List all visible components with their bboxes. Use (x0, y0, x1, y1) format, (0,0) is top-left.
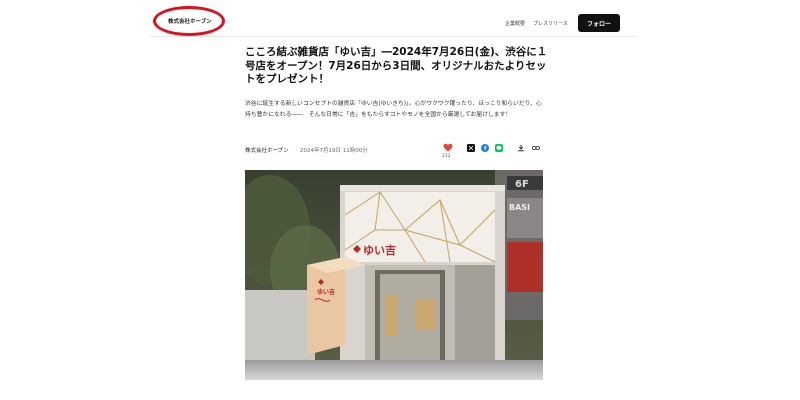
highlight-circle (153, 6, 225, 36)
store-rendering-image: 6F BASI ゆい吉 ゆい吉 (245, 170, 543, 380)
site-header: 株式会社ホーブン 企業概要 プレスリリース フォロー (150, 0, 636, 37)
store-sign: ゆい吉 (363, 243, 396, 257)
facebook-share-icon[interactable] (481, 144, 489, 152)
heart-icon[interactable] (443, 143, 453, 153)
building-sign-basi: BASI (509, 203, 530, 212)
like-count: 212 (442, 154, 451, 159)
nav-company-overview[interactable]: 企業概要 (505, 20, 525, 27)
article-title: こころ結ぶ雑貨店「ゆい吉」―2024年7月26日(金)、渋谷に１号店をオープン！… (245, 46, 548, 85)
meta-company-link[interactable]: 株式会社ホーブン (245, 146, 289, 154)
line-share-icon[interactable] (495, 144, 503, 152)
nav-press-releases[interactable]: プレスリリース (533, 20, 568, 27)
article-lead: 渋谷に誕生する新しいコンセプトの雑貨店「ゆい吉(ゆいきち)」。心がワクワク躍った… (245, 100, 542, 118)
download-icon[interactable] (517, 144, 525, 152)
meta-date: 2024年7月19日 11時00分 (300, 148, 368, 154)
article-meta: 株式会社ホーブン 2024年7月19日 11時00分 212 (245, 140, 545, 162)
building-sign-6f: 6F (515, 179, 529, 190)
x-share-icon[interactable] (467, 144, 475, 152)
article: こころ結ぶ雑貨店「ゆい吉」―2024年7月26日(金)、渋谷に１号店をオープン！… (245, 46, 555, 121)
follow-button[interactable]: フォロー (578, 14, 620, 32)
store-facade-illustration: 6F BASI ゆい吉 ゆい吉 (245, 170, 543, 380)
link-icon[interactable] (532, 144, 540, 152)
kiosk-sign: ゆい吉 (317, 288, 335, 296)
